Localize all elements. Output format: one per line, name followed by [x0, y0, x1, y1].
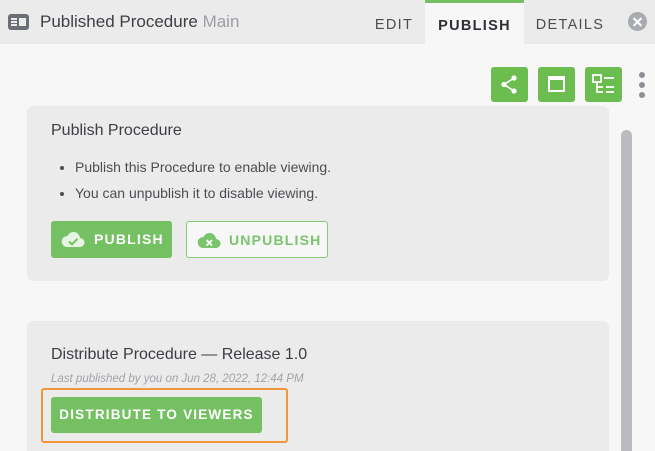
distribute-card-title: Distribute Procedure — Release 1.0: [51, 346, 308, 363]
last-published-text: Last published by you on Jun 28, 2022, 1…: [51, 373, 304, 385]
unpublish-button[interactable]: UNPUBLISH: [186, 221, 328, 258]
tab-details[interactable]: DETAILS: [530, 0, 610, 44]
window-icon: [548, 76, 565, 92]
more-vertical-icon[interactable]: [638, 72, 646, 98]
scrollbar-thumb[interactable]: [621, 130, 632, 451]
share-button[interactable]: [491, 67, 528, 102]
highlight-box: [41, 388, 288, 443]
tab-edit[interactable]: EDIT: [366, 0, 422, 44]
publish-card: Publish Procedure Publish this Procedure…: [27, 106, 609, 281]
checklist-button[interactable]: [585, 67, 622, 102]
list-item: You can unpublish it to disable viewing.: [75, 184, 331, 210]
list-item: Publish this Procedure to enable viewing…: [75, 158, 331, 184]
page-title: Published Procedure Main: [40, 12, 239, 32]
publish-info-list: Publish this Procedure to enable viewing…: [75, 158, 331, 210]
procedure-title: Published Procedure: [40, 12, 198, 31]
header-bar: Published Procedure Main EDIT PUBLISH DE…: [0, 0, 655, 44]
tab-publish[interactable]: PUBLISH: [425, 0, 524, 44]
publish-button[interactable]: PUBLISH: [51, 221, 172, 258]
procedure-branch: Main: [202, 12, 240, 31]
checklist-icon: [592, 74, 614, 93]
cloud-x-icon: [197, 232, 221, 248]
procedure-doc-icon: [8, 14, 29, 30]
close-icon[interactable]: [628, 12, 647, 31]
publish-card-title: Publish Procedure: [51, 122, 182, 139]
cloud-check-icon: [61, 231, 85, 247]
unpublish-button-label: UNPUBLISH: [229, 232, 322, 248]
publish-button-label: PUBLISH: [94, 231, 164, 247]
window-button[interactable]: [538, 67, 575, 102]
share-icon: [501, 75, 517, 94]
